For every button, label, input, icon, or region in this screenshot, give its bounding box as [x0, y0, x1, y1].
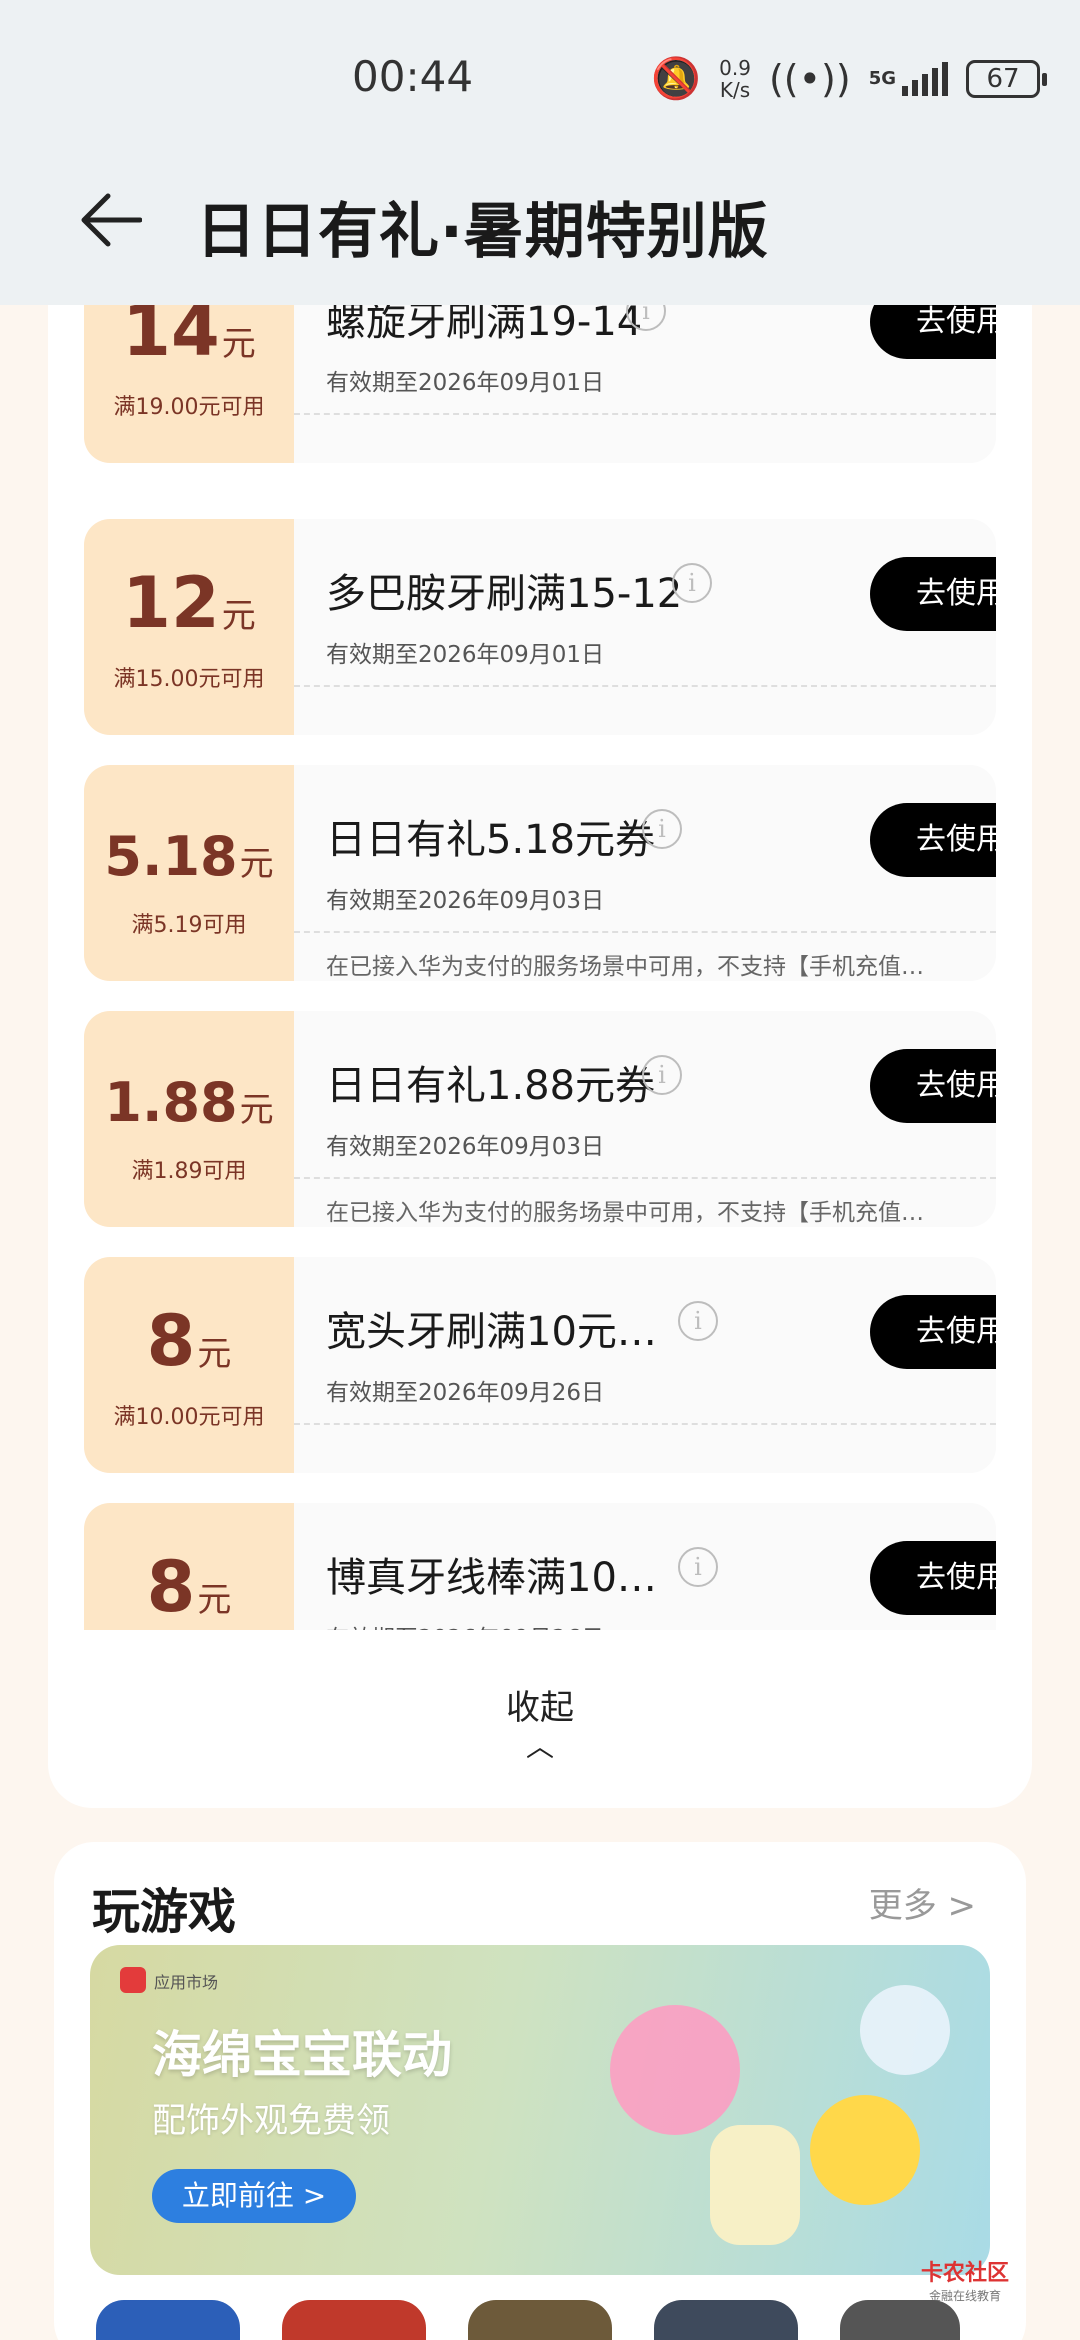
- use-button[interactable]: 去使用: [870, 1295, 996, 1369]
- coupon-name: 日日有礼1.88元券: [326, 1063, 656, 1109]
- coupon-amount: 5.18元: [104, 825, 274, 888]
- game-icon[interactable]: [468, 2300, 612, 2340]
- coupon-card[interactable]: 8元 博真牙线棒满10… i 有效期至2026年09月26日 去使用: [84, 1503, 996, 1630]
- banner-illustration: [810, 2095, 920, 2205]
- banner-subtitle: 配饰外观免费领: [152, 2101, 390, 2141]
- banner-illustration: [860, 1985, 950, 2075]
- coupon-value-panel: 1.88元 满1.89可用: [84, 1011, 294, 1227]
- coupon-condition: 满19.00元可用: [113, 395, 265, 420]
- coupon-condition: 满10.00元可用: [113, 1405, 265, 1430]
- coupon-list[interactable]: 14元 满19.00元可用 螺旋牙刷满19-14 i 有效期至2026年09月0…: [84, 305, 996, 1630]
- collapse-button[interactable]: 收起 ︿: [440, 1680, 640, 1761]
- signal-icon: [902, 61, 948, 96]
- coupon-condition: 满15.00元可用: [113, 667, 265, 692]
- coupon-card[interactable]: 5.18元 满5.19可用 日日有礼5.18元券 i 有效期至2026年09月0…: [84, 765, 996, 981]
- coupon-validity: 有效期至2026年09月26日: [326, 1380, 605, 1406]
- use-button[interactable]: 去使用: [870, 305, 996, 359]
- game-icon[interactable]: [654, 2300, 798, 2340]
- promo-banner[interactable]: 应用市场 海绵宝宝联动 配饰外观免费领 立即前往 >: [90, 1945, 990, 2275]
- status-time: 00:44: [352, 52, 474, 101]
- coupon-detail: 日日有礼1.88元券 i 有效期至2026年09月03日 在已接入华为支付的服务…: [294, 1011, 996, 1227]
- dashed-divider: [294, 685, 996, 687]
- coupon-name: 螺旋牙刷满19-14: [326, 305, 643, 345]
- game-icon[interactable]: [282, 2300, 426, 2340]
- app-market-logo-icon: [120, 1967, 146, 1993]
- banner-illustration: [710, 2125, 800, 2245]
- banner-illustration: [610, 2005, 740, 2135]
- page-title: 日日有礼·暑期特别版: [196, 197, 769, 267]
- coupon-validity: 有效期至2026年09月01日: [326, 370, 605, 396]
- use-button[interactable]: 去使用: [870, 803, 996, 877]
- coupon-card[interactable]: 1.88元 满1.89可用 日日有礼1.88元券 i 有效期至2026年09月0…: [84, 1011, 996, 1227]
- coupon-amount: 12元: [122, 562, 256, 644]
- coupon-description: 在已接入华为支付的服务场景中可用，不支持【手机充值…: [326, 954, 924, 980]
- network-speed: 0.9 K/s: [719, 57, 751, 101]
- coupon-validity: 有效期至2026年09月03日: [326, 888, 605, 914]
- coupon-detail: 多巴胺牙刷满15-12 i 有效期至2026年09月01日 去使用: [294, 519, 996, 735]
- more-link[interactable]: 更多 >: [869, 1878, 976, 1927]
- back-arrow-icon[interactable]: [78, 188, 142, 252]
- banner-cta-button[interactable]: 立即前往 >: [152, 2169, 356, 2223]
- network-type: 5G: [868, 68, 896, 89]
- coupon-detail: 日日有礼5.18元券 i 有效期至2026年09月03日 在已接入华为支付的服务…: [294, 765, 996, 981]
- dashed-divider: [294, 413, 996, 415]
- coupon-amount: 1.88元: [104, 1071, 274, 1134]
- network-speed-unit: K/s: [719, 77, 751, 102]
- coupon-name: 多巴胺牙刷满15-12: [326, 571, 683, 617]
- coupon-name: 博真牙线棒满10…: [326, 1555, 657, 1601]
- coupon-condition: 满1.89可用: [131, 1159, 247, 1184]
- use-button[interactable]: 去使用: [870, 1541, 996, 1615]
- coupon-validity: 有效期至2026年09月01日: [326, 642, 605, 668]
- status-icons: 🔕 0.9 K/s ((•)) 5G 67: [651, 55, 1047, 102]
- coupon-validity: 有效期至2026年09月03日: [326, 1134, 605, 1160]
- coupon-value-panel: 8元: [84, 1503, 294, 1630]
- coupon-value-panel: 14元 满19.00元可用: [84, 305, 294, 463]
- dashed-divider: [294, 1177, 996, 1179]
- coupon-condition: 满5.19可用: [131, 913, 247, 938]
- coupon-amount: 14元: [122, 305, 256, 372]
- coupon-detail: 博真牙线棒满10… i 有效期至2026年09月26日 去使用: [294, 1503, 996, 1630]
- use-button[interactable]: 去使用: [870, 557, 996, 631]
- coupon-value-panel: 8元 满10.00元可用: [84, 1257, 294, 1473]
- use-button[interactable]: 去使用: [870, 1049, 996, 1123]
- game-icon-row: [96, 2300, 1056, 2340]
- watermark-name: 卡农社区: [920, 2261, 1009, 2286]
- game-icon[interactable]: [840, 2300, 960, 2340]
- coupon-description: 在已接入华为支付的服务场景中可用，不支持【手机充值…: [326, 1200, 924, 1226]
- collapse-label: 收起: [506, 1688, 574, 1728]
- bell-muted-icon: 🔕: [651, 56, 702, 102]
- info-icon[interactable]: i: [678, 1301, 718, 1341]
- coupon-detail: 螺旋牙刷满19-14 i 有效期至2026年09月01日 去使用: [294, 305, 996, 463]
- info-icon[interactable]: i: [672, 563, 712, 603]
- coupon-card[interactable]: 12元 满15.00元可用 多巴胺牙刷满15-12 i 有效期至2026年09月…: [84, 519, 996, 735]
- info-icon[interactable]: i: [642, 809, 682, 849]
- coupon-amount: 8元: [146, 1300, 232, 1382]
- dashed-divider: [294, 931, 996, 933]
- info-icon[interactable]: i: [642, 1055, 682, 1095]
- coupon-value-panel: 5.18元 满5.19可用: [84, 765, 294, 981]
- info-icon[interactable]: i: [678, 1547, 718, 1587]
- coupon-detail: 宽头牙刷满10元… i 有效期至2026年09月26日 去使用: [294, 1257, 996, 1473]
- app-header: 00:44 🔕 0.9 K/s ((•)) 5G 67 日日有礼·暑期特别版: [0, 0, 1080, 305]
- network-speed-value: 0.9: [719, 55, 751, 80]
- battery-icon: 67: [966, 59, 1047, 98]
- game-icon[interactable]: [96, 2300, 240, 2340]
- hotspot-icon: ((•)): [768, 56, 851, 101]
- coupon-name: 宽头牙刷满10元…: [326, 1309, 657, 1355]
- coupon-card[interactable]: 14元 满19.00元可用 螺旋牙刷满19-14 i 有效期至2026年09月0…: [84, 305, 996, 463]
- banner-store-label: 应用市场: [154, 1973, 219, 1992]
- section-title: 玩游戏: [92, 1884, 237, 1940]
- coupon-validity: 有效期至2026年09月26日: [326, 1619, 604, 1630]
- coupon-card[interactable]: 8元 满10.00元可用 宽头牙刷满10元… i 有效期至2026年09月26日…: [84, 1257, 996, 1473]
- watermark: 卡农社区 金融在线教育: [900, 2255, 1030, 2304]
- coupon-value-panel: 12元 满15.00元可用: [84, 519, 294, 735]
- banner-headline: 海绵宝宝联动: [152, 2026, 452, 2084]
- coupon-name: 日日有礼5.18元券: [326, 817, 656, 863]
- coupon-amount: 8元: [146, 1546, 232, 1628]
- dashed-divider: [294, 1423, 996, 1425]
- chevron-up-icon: ︿: [525, 1730, 554, 1763]
